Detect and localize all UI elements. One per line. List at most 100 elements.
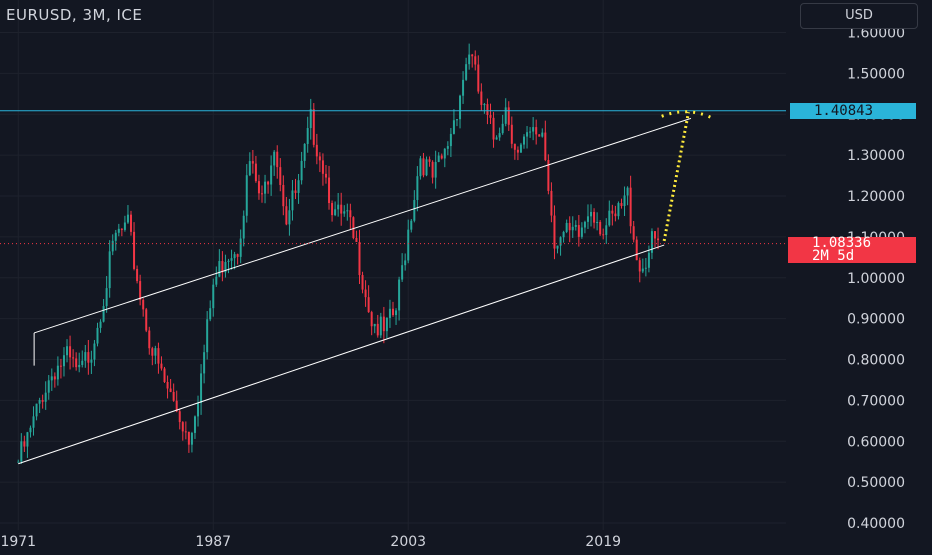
candle-body bbox=[56, 365, 59, 380]
candle-body bbox=[544, 132, 547, 161]
candle-body bbox=[331, 203, 334, 216]
x-tick-label: 2003 bbox=[390, 534, 426, 550]
candle-body bbox=[428, 159, 431, 162]
candle-body bbox=[209, 308, 212, 320]
candle-body bbox=[364, 289, 367, 298]
candle-body bbox=[169, 388, 172, 392]
candle-body bbox=[99, 321, 102, 328]
candle-body bbox=[32, 416, 35, 428]
candle-body bbox=[462, 79, 465, 96]
y-tick-label: 1.00000 bbox=[847, 271, 905, 287]
candle-body bbox=[251, 161, 254, 164]
candle-body bbox=[26, 432, 29, 447]
candle-body bbox=[59, 365, 62, 367]
candle-body bbox=[431, 161, 434, 178]
candle-body bbox=[148, 330, 151, 349]
candle-body bbox=[532, 127, 535, 132]
candle-body bbox=[267, 181, 270, 185]
candle-body bbox=[583, 221, 586, 228]
candle-body bbox=[178, 411, 181, 423]
candle-body bbox=[315, 144, 318, 157]
resistance-price-label: 1.40843 bbox=[790, 103, 916, 119]
candle-body bbox=[29, 427, 32, 433]
x-tick-label: 1987 bbox=[195, 534, 231, 550]
candle-body bbox=[66, 346, 69, 356]
candle-body bbox=[218, 261, 221, 277]
candle-body bbox=[468, 54, 471, 65]
y-tick-label: 0.60000 bbox=[847, 434, 905, 450]
candle-body bbox=[328, 177, 331, 204]
candle-body bbox=[565, 222, 568, 232]
candle-body bbox=[632, 226, 635, 240]
candle-body bbox=[577, 225, 580, 237]
candle-body bbox=[242, 215, 245, 239]
candle-body bbox=[126, 214, 129, 223]
candle-body bbox=[96, 327, 99, 344]
candlestick-series bbox=[17, 43, 660, 464]
candle-body bbox=[596, 222, 599, 224]
candle-body bbox=[407, 229, 410, 261]
candle-body bbox=[200, 373, 203, 403]
candle-body bbox=[321, 160, 324, 174]
candle-body bbox=[257, 181, 260, 194]
candle-body bbox=[474, 56, 477, 65]
candle-body bbox=[550, 190, 553, 216]
candle-body bbox=[44, 392, 47, 402]
candle-body bbox=[611, 210, 614, 214]
candle-body bbox=[206, 319, 209, 353]
candle-body bbox=[230, 258, 233, 261]
candle-body bbox=[556, 245, 559, 249]
candle-body bbox=[142, 299, 145, 310]
candle-body bbox=[273, 151, 276, 166]
candle-body bbox=[465, 64, 468, 80]
candle-body bbox=[608, 210, 611, 226]
candle-body bbox=[50, 376, 53, 381]
currency-button[interactable]: USD bbox=[800, 3, 918, 29]
candle-body bbox=[291, 190, 294, 211]
candle-body bbox=[504, 107, 507, 124]
eurusd-chart[interactable]: 1.600001.500001.400001.300001.200001.100… bbox=[0, 0, 932, 550]
candle-body bbox=[343, 211, 346, 214]
candle-body bbox=[614, 213, 617, 217]
candle-body bbox=[440, 155, 443, 159]
x-tick-label: 1971 bbox=[0, 534, 36, 550]
y-tick-label: 1.30000 bbox=[847, 148, 905, 164]
candle-body bbox=[114, 232, 117, 241]
y-tick-label: 0.70000 bbox=[847, 393, 905, 409]
candle-body bbox=[270, 165, 273, 185]
candle-body bbox=[416, 176, 419, 201]
candle-body bbox=[84, 352, 87, 361]
candle-body bbox=[471, 54, 474, 57]
candle-body bbox=[35, 403, 38, 417]
candle-body bbox=[507, 107, 510, 125]
candle-body bbox=[239, 238, 242, 257]
candle-body bbox=[516, 149, 519, 153]
candle-body bbox=[617, 203, 620, 217]
candle-body bbox=[288, 210, 291, 225]
candle-body bbox=[349, 210, 352, 218]
candle-body bbox=[373, 323, 376, 327]
candle-body bbox=[562, 231, 565, 238]
candle-body bbox=[346, 210, 349, 212]
candle-body bbox=[452, 120, 455, 134]
candle-body bbox=[245, 175, 248, 216]
candle-body bbox=[519, 144, 522, 153]
candle-body bbox=[446, 146, 449, 149]
candle-body bbox=[163, 368, 166, 382]
projection-path bbox=[662, 111, 690, 242]
chart-area[interactable]: 1.600001.500001.400001.300001.200001.100… bbox=[0, 0, 932, 550]
candle-body bbox=[136, 268, 139, 282]
candle-body bbox=[334, 209, 337, 216]
candle-body bbox=[221, 261, 224, 273]
candle-body bbox=[212, 284, 215, 309]
candle-body bbox=[108, 251, 111, 289]
candle-body bbox=[41, 400, 44, 402]
candle-body bbox=[398, 279, 401, 311]
candle-body bbox=[477, 64, 480, 92]
candle-body bbox=[602, 234, 605, 236]
candle-body bbox=[130, 214, 132, 232]
candle-body bbox=[382, 316, 385, 332]
y-tick-label: 0.50000 bbox=[847, 475, 905, 491]
candle-body bbox=[492, 117, 495, 140]
candle-body bbox=[38, 400, 41, 404]
